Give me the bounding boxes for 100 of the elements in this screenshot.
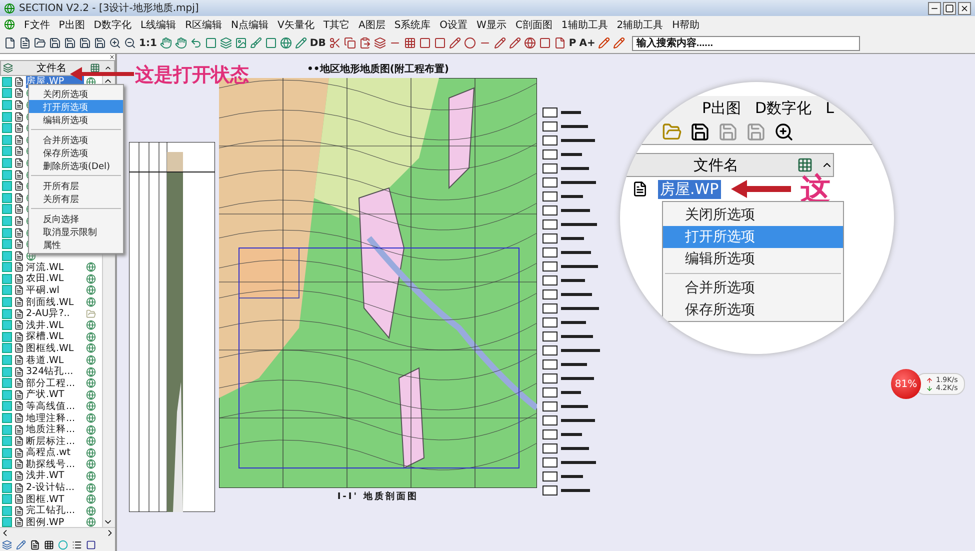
menu-item[interactable]: T其它: [323, 18, 350, 32]
new-file-icon[interactable]: [4, 37, 16, 49]
save-icon[interactable]: [79, 37, 91, 49]
list-icon[interactable]: [72, 540, 82, 550]
brush-icon[interactable]: [250, 37, 262, 49]
cut-icon[interactable]: [328, 37, 341, 49]
globe-icon[interactable]: [280, 37, 292, 49]
grid-icon[interactable]: [44, 540, 54, 550]
menu-item[interactable]: 合并所选项: [663, 277, 843, 299]
file-item[interactable]: 产状.WT: [26, 388, 84, 402]
menu-item[interactable]: 保存所选项: [29, 146, 123, 159]
menu-item[interactable]: 编辑所选项: [663, 248, 843, 270]
menu-item[interactable]: 关所有层: [29, 192, 123, 205]
zoom-out-icon[interactable]: [124, 37, 136, 49]
pencil-icon[interactable]: [294, 37, 307, 49]
file-item[interactable]: 324钻孔...: [26, 365, 84, 378]
hand-icon[interactable]: [160, 37, 172, 49]
file-item[interactable]: 地理注释...: [26, 412, 84, 425]
menu-item[interactable]: A图层: [358, 18, 386, 32]
layers-icon[interactable]: [220, 37, 232, 49]
square-icon[interactable]: [538, 37, 551, 49]
close-button[interactable]: [958, 2, 971, 14]
close-icon[interactable]: [109, 54, 115, 60]
file-item[interactable]: 探槽.WL: [26, 330, 84, 344]
restore-button[interactable]: [943, 2, 956, 14]
undo-icon[interactable]: [190, 37, 202, 49]
pencil-icon[interactable]: [508, 37, 521, 49]
menu-item[interactable]: 编辑所选项: [29, 113, 123, 126]
file-item[interactable]: 房屋.WP: [658, 180, 721, 198]
menu-item[interactable]: 2辅助工具: [616, 18, 664, 32]
menu-item[interactable]: H帮助: [672, 18, 700, 32]
menu-item[interactable]: 删除所选项(Del): [29, 159, 123, 172]
menu-item[interactable]: F文件: [24, 18, 50, 32]
square-icon[interactable]: [86, 540, 96, 550]
menu-item[interactable]: W显示: [476, 18, 506, 32]
pencil-icon[interactable]: [494, 37, 506, 49]
file-item[interactable]: 断层标注...: [26, 434, 84, 448]
file-item[interactable]: 2-AU异?..: [26, 307, 84, 320]
pencil-icon[interactable]: [16, 540, 26, 550]
file-item[interactable]: 平硐.wl: [26, 284, 84, 297]
save-icon[interactable]: [49, 37, 61, 49]
menu-item[interactable]: D数字化: [94, 18, 132, 32]
folder-icon[interactable]: [34, 37, 46, 49]
menu-item[interactable]: 关闭所选项: [663, 204, 843, 226]
menu-item[interactable]: 保存所选项: [663, 299, 843, 321]
file-item[interactable]: 地质注释...: [26, 423, 84, 436]
search-field[interactable]: 输入搜索内容......: [632, 36, 860, 50]
file-item[interactable]: 河流.WL: [26, 260, 84, 274]
menu-item[interactable]: P出图: [58, 18, 85, 32]
hand-icon[interactable]: [174, 37, 187, 49]
pencil-icon[interactable]: [448, 37, 461, 49]
circle-icon[interactable]: [464, 37, 476, 49]
copy-icon[interactable]: [344, 37, 356, 49]
square-icon[interactable]: [418, 37, 431, 49]
minimize-button[interactable]: [928, 2, 941, 14]
globe-icon[interactable]: [524, 37, 536, 49]
menu-item[interactable]: 取消显示限制: [29, 225, 123, 238]
database-button[interactable]: DB: [310, 38, 326, 48]
file-item[interactable]: 部分工程...: [26, 376, 84, 390]
file-item[interactable]: 图框线.WL: [26, 342, 84, 355]
save-icon[interactable]: [690, 122, 710, 142]
menu-item[interactable]: O设置: [440, 18, 468, 32]
menu-item[interactable]: L线编辑: [140, 18, 176, 32]
menu-item[interactable]: L: [826, 99, 834, 117]
file-item[interactable]: 剖面线.WL: [26, 296, 84, 309]
menu-item[interactable]: N点编辑: [231, 18, 269, 32]
document-icon[interactable]: [30, 540, 40, 550]
menu-item[interactable]: 反向选择: [29, 212, 123, 225]
file-item[interactable]: 勘探线号...: [26, 458, 84, 471]
file-item[interactable]: 巷道.WL: [26, 354, 84, 367]
menu-item[interactable]: C剖面图: [515, 18, 552, 32]
zoom-in-icon[interactable]: [109, 37, 121, 49]
file-item[interactable]: 完工钻孔...: [26, 504, 84, 518]
menu-item[interactable]: 1辅助工具: [561, 18, 608, 32]
file-item[interactable]: 图例.WP: [26, 516, 84, 527]
file-item[interactable]: 浅井.WL: [26, 318, 84, 332]
menu-item[interactable]: S系统库: [394, 18, 431, 32]
menu-item[interactable]: R区编辑: [185, 18, 222, 32]
document-icon[interactable]: [19, 37, 31, 49]
text-button[interactable]: P: [568, 38, 576, 48]
layers-icon[interactable]: [2, 540, 12, 550]
file-item[interactable]: 2-设计钻...: [26, 481, 84, 494]
square-icon[interactable]: [434, 37, 446, 49]
paste-icon[interactable]: [358, 37, 371, 49]
menu-item[interactable]: P出图: [702, 98, 742, 118]
zoom-in-icon[interactable]: [774, 122, 794, 142]
menu-item[interactable]: 属性: [29, 238, 123, 251]
image-icon[interactable]: [234, 37, 247, 49]
menu-item[interactable]: 合并所选项: [29, 133, 123, 146]
font-size-button[interactable]: A+: [579, 38, 596, 48]
pen-icon[interactable]: [598, 37, 610, 49]
save-icon[interactable]: [94, 37, 106, 49]
pencil-icon[interactable]: [613, 37, 626, 49]
file-item[interactable]: 高程点.wt: [26, 446, 84, 460]
menu-item[interactable]: 开所有层: [29, 179, 123, 192]
menu-item[interactable]: V矢量化: [278, 18, 314, 32]
menu-item[interactable]: 关闭所选项: [29, 87, 123, 100]
zoom-ratio-button[interactable]: 1:1: [139, 38, 157, 48]
file-item[interactable]: 浅井.WT: [26, 469, 84, 482]
menu-item[interactable]: D数字化: [755, 98, 812, 118]
